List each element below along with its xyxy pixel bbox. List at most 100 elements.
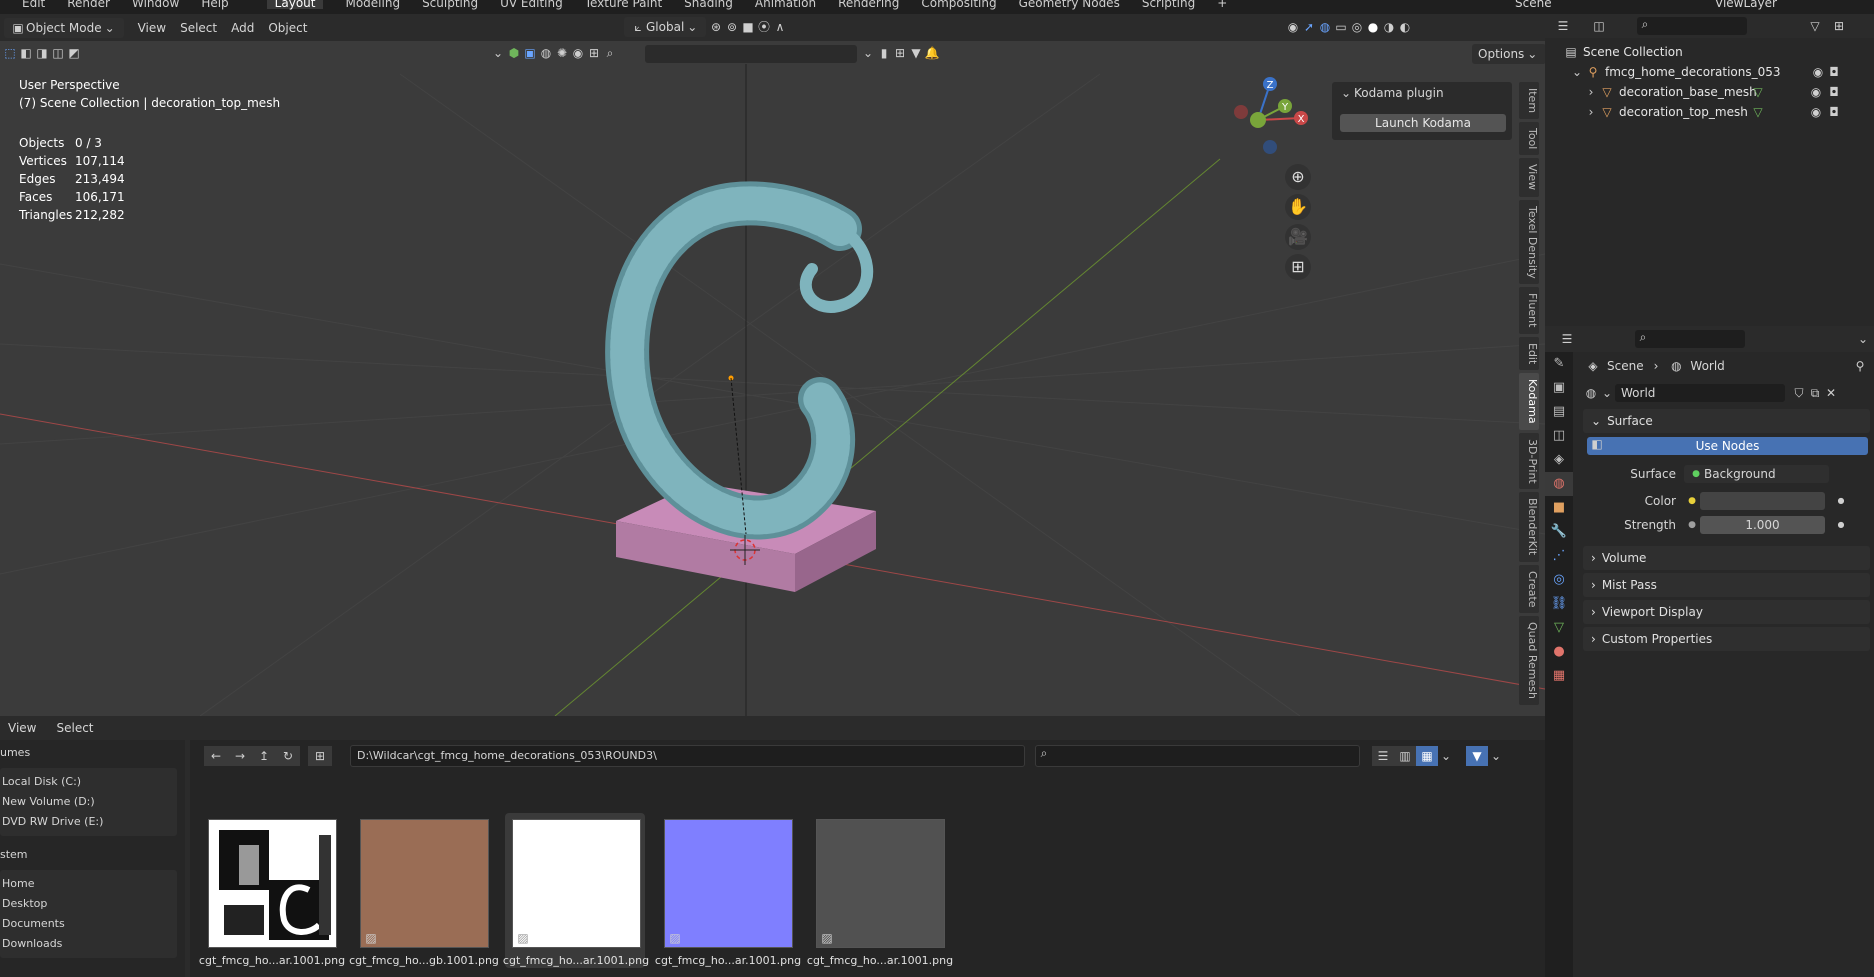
properties-search-input[interactable]: ⌕	[1635, 330, 1745, 348]
side-tab-item[interactable]: Item	[1519, 82, 1539, 120]
falloff-icon[interactable]: ∧	[772, 20, 788, 34]
filter-empty-icon[interactable]: ⊞	[586, 46, 602, 60]
editor-type-icon[interactable]: ☰	[1555, 19, 1571, 33]
options-dropdown[interactable]: Options ⌄	[1472, 44, 1545, 64]
constraints-tab-icon[interactable]: ⛓	[1545, 592, 1573, 616]
display-mode-icon[interactable]: ◫	[1591, 19, 1607, 33]
tab-modeling[interactable]: Modeling	[345, 0, 400, 9]
notification-bell-icon[interactable]: 🔔	[924, 46, 940, 60]
tool-tab-icon[interactable]: ✎	[1545, 352, 1573, 376]
custom-properties-section-header[interactable]: › Custom Properties	[1583, 627, 1870, 651]
keyframe-dot-icon[interactable]: ●	[1833, 494, 1849, 508]
rendered-shading-icon[interactable]: ◐	[1397, 20, 1413, 34]
forward-arrow-icon[interactable]: →	[228, 746, 252, 766]
outliner-row[interactable]: ⌄ ⚲ fmcg_home_decorations_053 ◉ ◘	[1563, 62, 1874, 82]
new-collection-icon[interactable]: ⊞	[1831, 19, 1847, 33]
eye-icon[interactable]: ◉	[1808, 85, 1824, 99]
view-layer-selector[interactable]: ViewLayer	[1715, 0, 1777, 10]
particles-tab-icon[interactable]: ⋰	[1545, 544, 1573, 568]
side-tab-create[interactable]: Create	[1519, 564, 1539, 614]
new-folder-icon[interactable]: ⊞	[308, 746, 332, 766]
wireframe-shading-icon[interactable]: ◎	[1349, 20, 1365, 34]
ortho-grid-icon[interactable]: ⊞	[1285, 254, 1311, 280]
side-tab-tool[interactable]: Tool	[1519, 122, 1539, 156]
add-workspace-button[interactable]: +	[1217, 0, 1227, 9]
kodama-panel-header[interactable]: ⌄ Kodama plugin	[1338, 86, 1444, 100]
system-item[interactable]: Downloads	[0, 934, 177, 954]
filter-curve-icon[interactable]: ◍	[538, 46, 554, 60]
outliner-row[interactable]: › ▽ decoration_base_mesh ▽ ◉ ◘	[1563, 82, 1874, 102]
object-type-icon[interactable]: ⬢	[506, 46, 522, 60]
select-invert-icon[interactable]: ◫	[50, 46, 66, 60]
list-vertical-icon[interactable]: ☰	[1372, 746, 1394, 766]
menu-select[interactable]: Select	[180, 21, 217, 35]
tab-animation[interactable]: Animation	[755, 0, 816, 9]
viewport-search-input[interactable]	[645, 45, 857, 63]
refresh-icon[interactable]: ↻	[276, 746, 300, 766]
menu-view[interactable]: View	[8, 721, 36, 735]
bookmark-icon[interactable]: ▮	[876, 46, 892, 60]
visibility-icon[interactable]: ◉	[1285, 20, 1301, 34]
color-swatch[interactable]	[1700, 492, 1825, 510]
parent-dir-icon[interactable]: ↥	[252, 746, 276, 766]
mode-selector[interactable]: ▣ Object Mode ⌄	[4, 17, 124, 38]
chevron-down-icon[interactable]: ⌄	[1488, 749, 1504, 763]
thumbnails-icon[interactable]: ▦	[1416, 746, 1438, 766]
filter-icon[interactable]: ▼	[908, 46, 924, 60]
surface-section-header[interactable]: ⌄ Surface	[1583, 409, 1870, 433]
world-name-field[interactable]: World	[1615, 384, 1785, 402]
zoom-icon[interactable]: ⊕	[1285, 164, 1311, 190]
menu-select[interactable]: Select	[56, 721, 93, 735]
tab-geometry-nodes[interactable]: Geometry Nodes	[1019, 0, 1120, 9]
select-intersect-icon[interactable]: ◩	[66, 46, 82, 60]
chevron-down-icon[interactable]: ⌄	[1569, 65, 1585, 79]
fake-user-icon[interactable]: ⛉	[1791, 386, 1807, 400]
gizmo-toggle-icon[interactable]: ➚	[1301, 20, 1317, 34]
menu-view[interactable]: View	[138, 21, 166, 35]
render-tab-icon[interactable]: ▣	[1545, 376, 1573, 400]
camera-icon[interactable]: ◘	[1826, 85, 1842, 99]
mesh-data-icon[interactable]: ▽	[1750, 105, 1766, 119]
tab-sculpting[interactable]: Sculpting	[422, 0, 478, 9]
chevron-down-icon[interactable]: ⌄	[490, 46, 506, 60]
volumes-header[interactable]: umes	[0, 740, 185, 764]
camera-icon[interactable]: ◘	[1826, 105, 1842, 119]
path-input[interactable]: D:\Wildcar\cgt_fmcg_home_decorations_053…	[350, 745, 1025, 767]
outliner-row[interactable]: › ▽ decoration_top_mesh ▽ ◉ ◘	[1563, 102, 1874, 122]
viewport-display-section-header[interactable]: › Viewport Display	[1583, 600, 1870, 624]
menu-window[interactable]: Window	[132, 0, 179, 9]
system-item[interactable]: Home	[0, 874, 177, 894]
close-icon[interactable]: ✕	[1823, 386, 1839, 400]
side-tab-fluent[interactable]: Fluent	[1519, 287, 1539, 334]
scene-tab-icon[interactable]: ◈	[1545, 448, 1573, 472]
side-tab-texel-density[interactable]: Texel Density	[1519, 199, 1539, 285]
pivot-icon[interactable]: ⊛	[708, 20, 724, 34]
pan-hand-icon[interactable]: ✋	[1285, 194, 1311, 220]
output-tab-icon[interactable]: ▤	[1545, 400, 1573, 424]
volume-item[interactable]: Local Disk (C:)	[0, 772, 177, 792]
duplicate-icon[interactable]: ⧉	[1807, 386, 1823, 400]
mist-pass-section-header[interactable]: › Mist Pass	[1583, 573, 1870, 597]
file-thumbnail[interactable]: ▨	[816, 819, 945, 948]
navigation-gizmo[interactable]: Z X Y	[1234, 77, 1308, 154]
filter-light-icon[interactable]: ✺	[554, 46, 570, 60]
side-tab-blenderkit[interactable]: BlenderKit	[1519, 492, 1539, 562]
chevron-down-icon[interactable]: ⌄	[860, 46, 876, 60]
file-thumbnail[interactable]: ▨	[664, 819, 793, 948]
layout-icon[interactable]: ⊞	[892, 46, 908, 60]
use-nodes-button[interactable]: ◧ Use Nodes	[1587, 437, 1868, 455]
menu-help[interactable]: Help	[201, 0, 228, 9]
launch-kodama-button[interactable]: Launch Kodama	[1340, 114, 1506, 132]
side-tab-kodama[interactable]: Kodama	[1519, 373, 1539, 430]
snap-target-icon[interactable]: ■	[740, 20, 756, 34]
mesh-data-tab-icon[interactable]: ▽	[1545, 616, 1573, 640]
select-extend-icon[interactable]: ◧	[18, 46, 34, 60]
filter-icon[interactable]: ▼	[1466, 746, 1488, 766]
mesh-data-icon[interactable]: ▽	[1750, 85, 1766, 99]
chevron-down-icon[interactable]: ⌄	[1438, 749, 1454, 763]
system-item[interactable]: Desktop	[0, 894, 177, 914]
solid-shading-icon[interactable]: ●	[1365, 20, 1381, 34]
file-thumbnail[interactable]	[208, 819, 337, 948]
outliner-row[interactable]: ▤ Scene Collection	[1563, 42, 1874, 62]
surface-shader-field[interactable]: ● Background	[1684, 465, 1829, 483]
